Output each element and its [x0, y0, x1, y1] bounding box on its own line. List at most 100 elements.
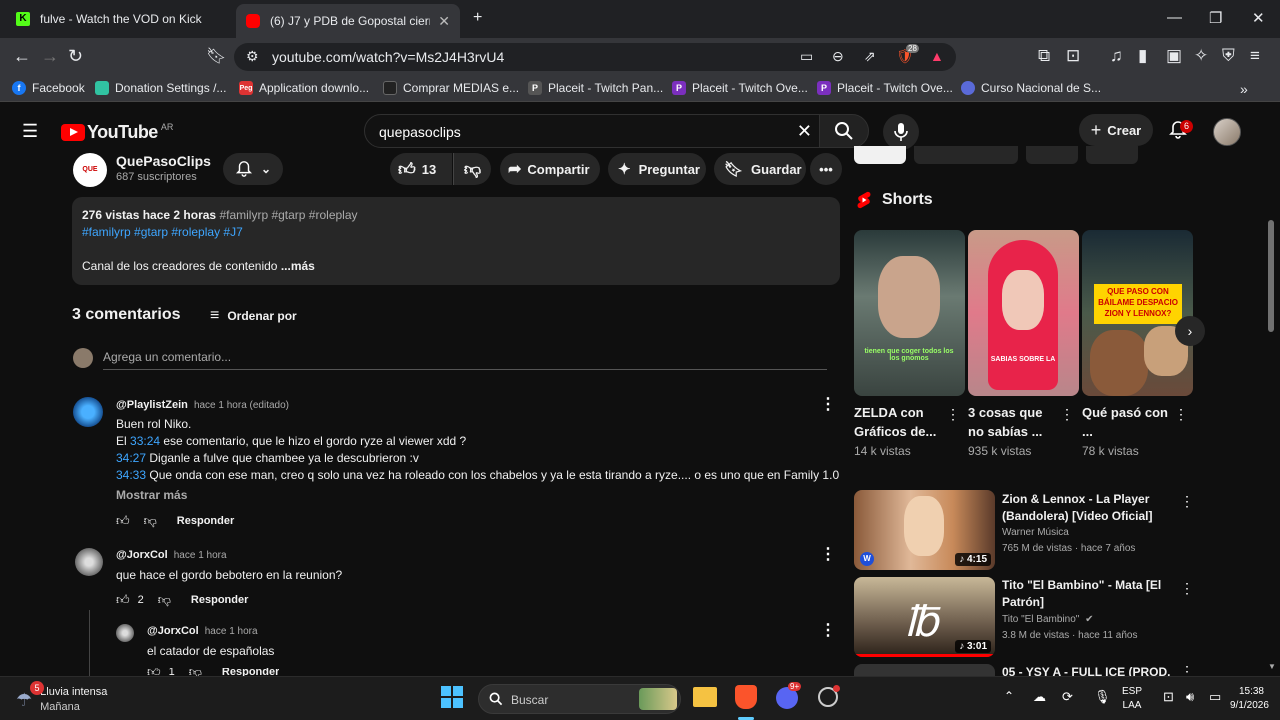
- address-bar[interactable]: ⚙ youtube.com/watch?v=Ms2J4H3rvU4 ▭ ⊖ ⇗ …: [234, 43, 956, 71]
- wallet-icon[interactable]: ▣: [1166, 46, 1182, 66]
- channel-name[interactable]: QuePasoClips: [116, 153, 211, 169]
- microphone-icon[interactable]: 🎙︎: [1094, 689, 1111, 705]
- thumbs-up-icon[interactable]: 👍︎: [116, 513, 130, 529]
- timestamp-link[interactable]: 33:24: [130, 434, 160, 448]
- more-bookmarks-icon[interactable]: »: [1240, 81, 1248, 97]
- share-button[interactable]: ➦ Compartir: [500, 153, 600, 185]
- minimize-icon[interactable]: —: [1167, 9, 1182, 26]
- comment-menu-icon[interactable]: ⋮: [820, 394, 836, 414]
- video-title[interactable]: Tito "El Bambino" - Mata [El Patrón]: [1002, 577, 1172, 611]
- bookmark-application[interactable]: Peg Application downlo...: [239, 81, 369, 95]
- menu-icon[interactable]: ≡: [1250, 46, 1260, 66]
- onedrive-icon[interactable]: ☁: [1033, 689, 1046, 705]
- hamburger-menu-icon[interactable]: ☰: [22, 121, 38, 142]
- sync-icon[interactable]: ⟳: [1062, 689, 1073, 705]
- save-button[interactable]: 🔖︎ Guardar: [714, 153, 806, 185]
- search-input[interactable]: quepasoclips ✕: [364, 114, 825, 148]
- forward-icon[interactable]: →: [41, 46, 59, 67]
- screenshot-icon[interactable]: ⊡: [1066, 46, 1080, 66]
- back-icon[interactable]: ←: [13, 46, 31, 67]
- zoom-icon[interactable]: ⊖: [832, 48, 844, 65]
- language-indicator[interactable]: ESP LAA: [1122, 685, 1142, 713]
- show-more-button[interactable]: Mostrar más: [116, 488, 187, 502]
- comment-author[interactable]: @PlaylistZein hace 1 hora (editado): [116, 399, 289, 411]
- music-icon[interactable]: ♫: [1110, 46, 1123, 66]
- reply-button[interactable]: Responder: [191, 594, 248, 606]
- taskbar-search[interactable]: Buscar: [478, 684, 681, 714]
- cast-icon[interactable]: ▭: [800, 48, 813, 65]
- account-avatar[interactable]: [1213, 118, 1241, 146]
- file-explorer-icon[interactable]: [693, 687, 717, 707]
- bookmark-placeit-1[interactable]: P Placeit - Twitch Pan...: [528, 81, 663, 95]
- thumbs-up-icon[interactable]: 👍︎: [147, 668, 161, 676]
- ask-button[interactable]: ✦ Preguntar: [608, 153, 706, 185]
- chip[interactable]: [1086, 146, 1138, 164]
- close-window-icon[interactable]: ✕: [1252, 9, 1265, 27]
- short-menu-icon[interactable]: ⋮: [1174, 406, 1188, 423]
- thumbs-down-icon[interactable]: 👎︎: [158, 592, 171, 608]
- description-hashtags[interactable]: #familyrp #gtarp #roleplay #J7: [82, 225, 243, 239]
- comment-menu-icon[interactable]: ⋮: [820, 620, 836, 640]
- timestamp-link[interactable]: 34:27: [116, 451, 146, 465]
- like-button[interactable]: 👍︎ 13: [390, 153, 452, 185]
- weather-widget[interactable]: ☂ 5 Lluvia intensa Mañana: [16, 681, 107, 715]
- clear-search-icon[interactable]: ✕: [797, 121, 812, 142]
- comment-avatar[interactable]: [75, 548, 103, 576]
- video-thumbnail[interactable]: ℔ ♪ 3:01: [854, 577, 995, 657]
- sort-by-button[interactable]: ≡ Ordenar por: [210, 307, 297, 325]
- reload-icon[interactable]: ↻: [68, 46, 83, 67]
- bookmark-curso[interactable]: Curso Nacional de S...: [961, 81, 1101, 95]
- scroll-down-icon[interactable]: ▼: [1268, 662, 1276, 671]
- start-button[interactable]: [441, 686, 463, 708]
- dislike-button[interactable]: 👎︎: [453, 153, 491, 185]
- add-comment-input[interactable]: Agrega un comentario...: [103, 350, 231, 364]
- bookmark-facebook[interactable]: f Facebook: [12, 81, 85, 95]
- tab-youtube[interactable]: (6) J7 y PDB de Gopostal cierran ✕: [236, 4, 460, 38]
- short-thumbnail[interactable]: QUE PASO CON BÁILAME DESPACIO ZION Y LEN…: [1082, 230, 1193, 396]
- thumbs-up-icon[interactable]: 👍︎: [116, 592, 130, 608]
- voice-search-button[interactable]: [883, 114, 919, 150]
- extensions-icon[interactable]: ⧉: [1038, 46, 1050, 66]
- share-icon[interactable]: ⇗: [864, 48, 876, 65]
- short-title[interactable]: 3 cosas que no sabías ...: [968, 403, 1058, 441]
- bookmark-medias[interactable]: Comprar MEDIAS e...: [383, 81, 519, 95]
- page-scrollbar[interactable]: [1268, 220, 1274, 332]
- video-menu-icon[interactable]: ⋮: [1180, 663, 1194, 676]
- short-menu-icon[interactable]: ⋮: [1060, 406, 1074, 423]
- bookmark-icon[interactable]: 🔖︎: [206, 46, 226, 66]
- thumbs-down-icon[interactable]: 👎︎: [144, 513, 157, 529]
- subscription-bell-button[interactable]: ⌄: [223, 153, 283, 185]
- short-menu-icon[interactable]: ⋮: [946, 406, 960, 423]
- brave-browser-icon[interactable]: [735, 685, 757, 709]
- short-title[interactable]: Qué pasó con ...: [1082, 403, 1172, 441]
- comment-avatar[interactable]: [73, 397, 103, 427]
- close-tab-icon[interactable]: ✕: [438, 13, 450, 30]
- reply-button[interactable]: Responder: [177, 515, 234, 527]
- bookmark-placeit-2[interactable]: P Placeit - Twitch Ove...: [672, 81, 808, 95]
- clock[interactable]: 15:38 9/1/2026: [1230, 685, 1269, 713]
- channel-avatar[interactable]: QUE PASO CLIPS: [73, 153, 107, 241]
- video-channel[interactable]: Warner Música: [1002, 527, 1069, 538]
- video-title[interactable]: Zion & Lennox - La Player (Bandolera) [V…: [1002, 491, 1172, 525]
- video-menu-icon[interactable]: ⋮: [1180, 580, 1194, 597]
- chip[interactable]: [914, 146, 1018, 164]
- network-icon[interactable]: ⊡: [1163, 689, 1174, 705]
- video-thumbnail[interactable]: W ♪ 4:15: [854, 490, 995, 570]
- short-thumbnail[interactable]: SABIAS SOBRE LA: [968, 230, 1079, 396]
- tab-kick[interactable]: K fulve - Watch the VOD on Kick: [6, 4, 232, 34]
- volume-icon[interactable]: 🔊︎: [1186, 689, 1194, 705]
- bookmark-placeit-3[interactable]: P Placeit - Twitch Ove...: [817, 81, 953, 95]
- more-actions-button[interactable]: •••: [810, 153, 842, 185]
- short-title[interactable]: ZELDA con Gráficos de...: [854, 403, 944, 441]
- video-title[interactable]: 05 - YSY A - FULL ICE (PROD.: [1002, 664, 1172, 676]
- video-channel[interactable]: Tito "El Bambino" ✔: [1002, 614, 1094, 625]
- chevron-up-icon[interactable]: ⌃: [1004, 689, 1014, 703]
- reply-author[interactable]: @JorxCol hace 1 hora: [147, 625, 258, 637]
- chip[interactable]: [854, 146, 906, 164]
- new-tab-button[interactable]: +: [473, 9, 482, 27]
- create-button[interactable]: + Crear: [1079, 114, 1153, 146]
- show-more-link[interactable]: ...más: [281, 259, 315, 273]
- video-menu-icon[interactable]: ⋮: [1180, 493, 1194, 510]
- description-box[interactable]: 276 vistas hace 2 horas #familyrp #gtarp…: [72, 197, 840, 285]
- maximize-icon[interactable]: ❐: [1209, 9, 1222, 27]
